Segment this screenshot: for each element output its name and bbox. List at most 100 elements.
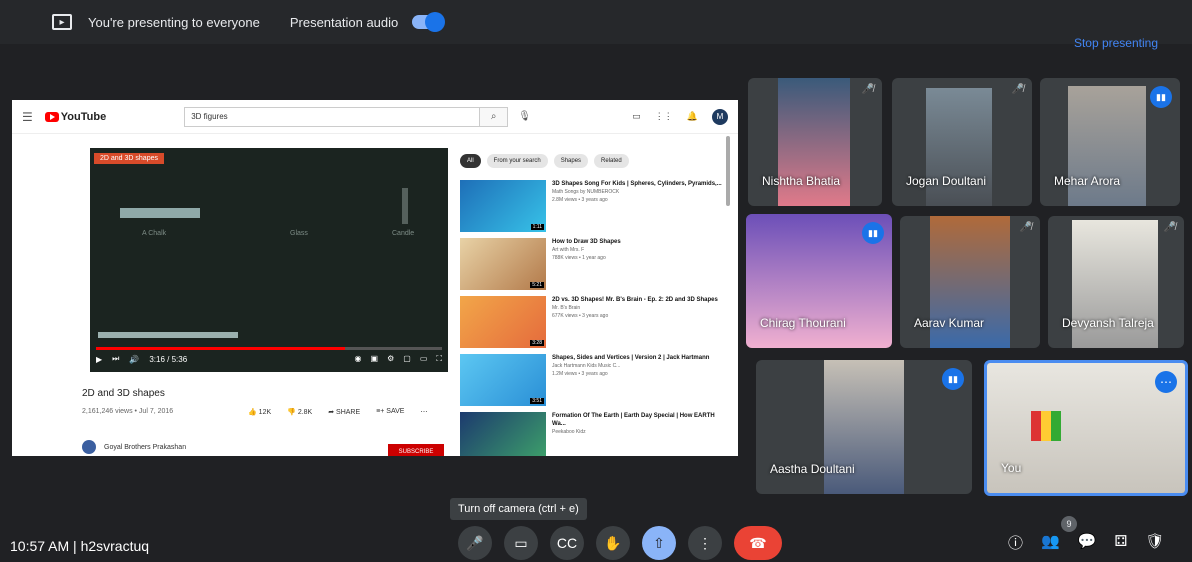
rec-stats: 677K views • 3 years ago [552, 313, 609, 319]
save-button[interactable]: ≡+ SAVE [376, 408, 404, 416]
participant-name: Nishtha Bhatia [762, 174, 841, 188]
presenting-bar: ▸ You're presenting to everyone Presenta… [0, 0, 1192, 44]
chip-from-search[interactable]: From your search [486, 154, 548, 168]
people-icon[interactable]: 👥 [1041, 532, 1060, 553]
create-video-icon[interactable]: ▭ [632, 111, 641, 122]
rec-channel: Math Songs by NUMBEROCK [552, 189, 620, 195]
participant-name: Chirag Thourani [760, 316, 846, 330]
people-count-badge: 9 [1061, 516, 1077, 532]
meeting-clock-code: 10:57 AM | h2svractuq [10, 538, 150, 554]
account-avatar[interactable]: M [712, 108, 728, 125]
rec-channel: Art with Mrs. F [552, 247, 585, 253]
video-thumbnail: 3:28 [460, 296, 546, 348]
video-meta: 2,161,246 views • Jul 7, 2016 [82, 408, 174, 415]
raise-hand-button[interactable]: ✋ [596, 526, 630, 560]
video-label: Glass [290, 230, 308, 237]
participant-tile[interactable]: ▮▮ Chirag Thourani [746, 214, 892, 348]
theater-icon[interactable]: ▭ [420, 354, 428, 364]
like-button[interactable]: 👍 12K [248, 408, 271, 416]
play-icon[interactable]: ▶ [96, 355, 102, 364]
recommended-video[interactable]: 3:51 Shapes, Sides and Vertices | Versio… [460, 354, 728, 406]
rec-channel: Peekaboo Kidz [552, 429, 586, 435]
camera-tooltip: Turn off camera (ctrl + e) [450, 498, 587, 520]
video-candle-shape [402, 188, 408, 224]
video-controls: ▶ ⏭ 🔊 3:16 / 5:36 ◉ ▣ ⚙ ▢ ▭ ⛶ [96, 354, 442, 364]
participant-tile[interactable]: 🎤̸ Nishtha Bhatia [748, 78, 882, 206]
miniplayer-icon[interactable]: ▢ [403, 354, 411, 364]
notifications-icon[interactable]: 🔔 [687, 111, 698, 122]
participant-tile[interactable]: ▮▮ Aastha Doultani [756, 360, 972, 494]
participant-name: Aastha Doultani [770, 462, 855, 476]
camera-button[interactable]: ▭ [504, 526, 538, 560]
rec-title: 2D vs. 3D Shapes! Mr. B's Brain - Ep. 2:… [552, 297, 718, 303]
youtube-header: ☰ YouTube 3D figures ⌕ 🎙 ▭ ⋮⋮ 🔔 M [12, 100, 738, 134]
chat-icon[interactable]: 💬 [1078, 532, 1097, 553]
host-controls-icon[interactable]: 🛡 [1145, 532, 1164, 553]
rec-channel: Jack Hartmann Kids Music C... [552, 363, 621, 369]
subscribe-button[interactable]: SUBSCRIBE [388, 444, 444, 456]
muted-icon: 🎤̸ [1163, 222, 1176, 233]
participant-tile[interactable]: 🎤̸ Aarav Kumar [900, 216, 1040, 348]
stop-presenting-link[interactable]: Stop presenting [1074, 36, 1158, 50]
autoplay-icon[interactable]: ◉ [355, 354, 362, 364]
chip-related[interactable]: Related [594, 154, 629, 168]
recommended-video[interactable]: 1:11 3D Shapes Song For Kids | Spheres, … [460, 180, 728, 232]
self-tile[interactable]: ⋯ You [984, 360, 1188, 496]
fullscreen-icon[interactable]: ⛶ [436, 354, 442, 364]
recommended-video[interactable]: Formation Of The Earth | Earth Day Speci… [460, 412, 728, 456]
youtube-logo[interactable]: YouTube [44, 110, 107, 123]
video-title: 2D and 3D shapes [82, 388, 165, 399]
video-label: Candle [392, 230, 415, 237]
channel-name: Goyal Brothers Prakashan [104, 443, 187, 451]
recommended-video[interactable]: 3:28 2D vs. 3D Shapes! Mr. B's Brain - E… [460, 296, 728, 348]
more-options-icon[interactable]: ⋯ [1155, 371, 1177, 393]
volume-icon[interactable]: 🔊 [129, 355, 139, 364]
participant-name: Mehar Arora [1054, 174, 1121, 188]
participant-tile[interactable]: ▮▮ Mehar Arora [1040, 78, 1180, 206]
menu-icon[interactable]: ☰ [22, 110, 33, 124]
next-icon[interactable]: ⏭ [112, 354, 119, 364]
youtube-logo-text: YouTube [60, 110, 107, 123]
presentation-audio-toggle[interactable] [412, 12, 446, 32]
video-duration: 5:21 [530, 282, 544, 288]
video-time: 3:16 / 5:36 [149, 354, 188, 364]
video-duration: 3:28 [530, 340, 544, 346]
captions-button[interactable]: CC [550, 526, 584, 560]
channel-info[interactable]: Goyal Brothers Prakashan [82, 440, 186, 454]
participant-tile[interactable]: 🎤̸ Jogan Doultani [892, 78, 1032, 206]
muted-icon: 🎤̸ [1019, 222, 1032, 233]
video-duration: 3:51 [530, 398, 544, 404]
more-options-button[interactable]: ⋮ [688, 526, 722, 560]
recommended-video[interactable]: 5:21 How to Draw 3D Shapes Art with Mrs. … [460, 238, 728, 290]
captions-icon[interactable]: ▣ [371, 354, 379, 364]
participant-name: You [1001, 461, 1022, 475]
activities-icon[interactable]: ⚃ [1114, 532, 1127, 553]
settings-icon[interactable]: ⚙ [387, 354, 394, 364]
present-button[interactable]: ⇧ [642, 526, 676, 560]
apps-grid-icon[interactable]: ⋮⋮ [655, 111, 673, 122]
info-icon[interactable]: ⓘ [1008, 532, 1023, 553]
participant-video [1068, 86, 1146, 206]
share-button[interactable]: ➦ SHARE [328, 408, 360, 416]
video-progress-bar[interactable] [96, 347, 442, 350]
youtube-search-input[interactable]: 3D figures [184, 106, 481, 127]
call-controls: 🎤 ▭ CC ✋ ⇧ ⋮ ☎ [458, 526, 782, 560]
participant-tile[interactable]: 🎤̸ Devyansh Talreja [1048, 216, 1184, 348]
video-progress-fill [96, 347, 346, 350]
speaking-indicator-icon: ▮▮ [942, 368, 964, 390]
participant-video [926, 88, 992, 206]
chip-shapes[interactable]: Shapes [553, 154, 589, 168]
mic-icon[interactable]: 🎙 [518, 111, 531, 122]
youtube-play-icon [44, 111, 59, 122]
video-label: A Chalk [142, 230, 167, 237]
leave-call-button[interactable]: ☎ [734, 526, 782, 560]
participant-name: Devyansh Talreja [1062, 316, 1154, 330]
microphone-button[interactable]: 🎤 [458, 526, 492, 560]
more-options-icon[interactable]: ⋯ [420, 408, 427, 416]
video-thumbnail: 5:21 [460, 238, 546, 290]
dislike-button[interactable]: 👎 2.8K [287, 408, 312, 416]
video-player[interactable]: 2D and 3D shapes A Chalk Glass Candle ▶ … [90, 148, 448, 372]
video-duration: 1:11 [530, 224, 544, 230]
search-icon[interactable]: ⌕ [480, 106, 509, 127]
chip-all[interactable]: All [460, 154, 481, 168]
